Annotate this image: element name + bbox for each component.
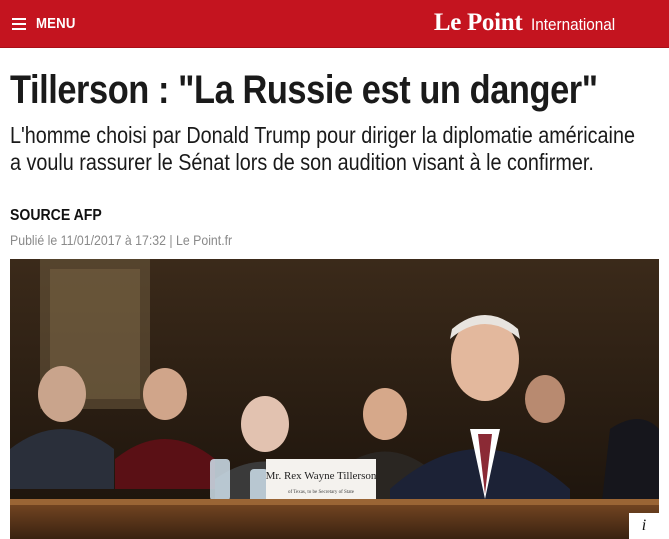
- hearing-photo-illustration: Mr. Rex Wayne Tillerson of Texas, to be …: [10, 259, 659, 539]
- nameplate-name: Mr. Rex Wayne Tillerson: [266, 470, 377, 482]
- hamburger-icon: [12, 17, 26, 30]
- article-photo[interactable]: Mr. Rex Wayne Tillerson of Texas, to be …: [10, 259, 659, 539]
- site-logo[interactable]: Le Point: [434, 9, 523, 37]
- top-bar: MENU Le Point International: [0, 0, 669, 48]
- brand[interactable]: Le Point International: [434, 9, 625, 37]
- publish-info: Publié le 11/01/2017 à 17:32 | Le Point.…: [10, 232, 233, 248]
- article-lede: L'homme choisi par Donald Trump pour dir…: [10, 122, 635, 175]
- nameplate-subtitle: of Texas, to be Secretary of State: [288, 490, 355, 495]
- menu-button[interactable]: MENU: [12, 15, 81, 32]
- article-title: Tillerson : "La Russie est un danger": [10, 68, 598, 112]
- menu-label: MENU: [36, 15, 76, 32]
- article-source: SOURCE AFP: [10, 207, 102, 224]
- section-label[interactable]: International: [531, 15, 615, 35]
- info-icon[interactable]: i: [629, 513, 659, 539]
